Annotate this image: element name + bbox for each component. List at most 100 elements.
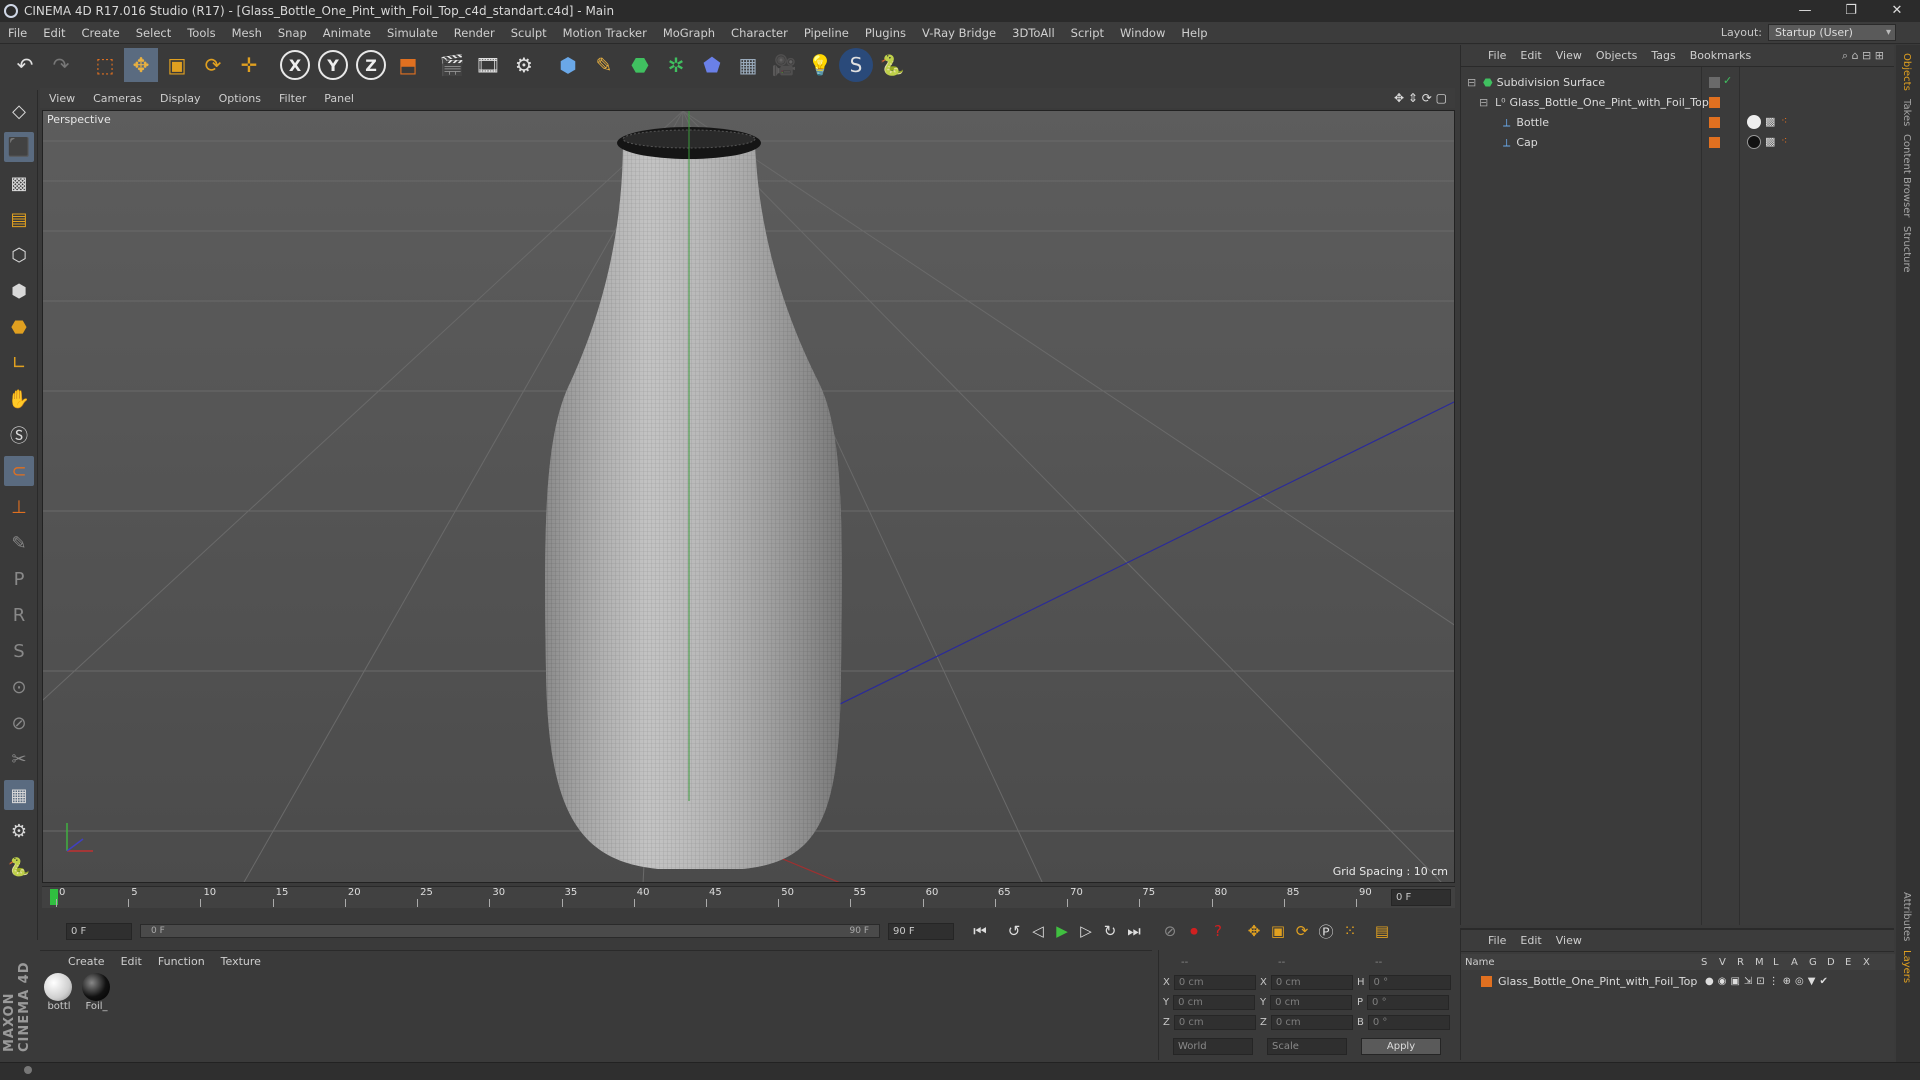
tab-content-browser[interactable]: Content Browser [1901,134,1912,217]
next-frame-icon[interactable]: ▷ [1074,919,1098,943]
layer-color-swatch[interactable] [1481,976,1492,987]
viewport-menu-filter[interactable]: Filter [270,92,315,105]
tab-layers[interactable]: Layers [1901,950,1912,983]
menu-simulate[interactable]: Simulate [379,22,446,44]
floor-icon[interactable]: ▦ [731,48,765,82]
play-icon[interactable]: ▶ [1050,919,1074,943]
viewport-menu-panel[interactable]: Panel [315,92,363,105]
menu-mesh[interactable]: Mesh [224,22,270,44]
menu-window[interactable]: Window [1112,22,1173,44]
menu-file[interactable]: File [0,22,35,44]
solo-mode-icon[interactable]: Ⓢ [4,420,34,450]
undo-icon[interactable]: ↶ [8,48,42,82]
tree-row-cap[interactable]: ⟂ Cap ▩ ⁖ [1461,133,1895,152]
snapping-icon[interactable]: ⊂ [4,456,34,486]
tweak-mode-icon[interactable]: ✋ [4,384,34,414]
x-axis-lock-button[interactable]: X [280,50,310,80]
object-menu-objects[interactable]: Objects [1589,49,1645,62]
viewport-menu-view[interactable]: View [40,92,84,105]
material-item[interactable]: Foil_ [81,973,112,1012]
material-item[interactable]: bottl [44,973,74,1012]
object-menu-bookmarks[interactable]: Bookmarks [1683,49,1758,62]
rotation-b-field[interactable]: 0 ° [1367,1015,1450,1030]
next-keyframe-icon[interactable]: ↻ [1098,919,1122,943]
layer-tag[interactable] [1709,137,1720,148]
layer-menu-view[interactable]: View [1549,934,1589,947]
brush-tool-icon[interactable]: ✎ [4,528,34,558]
timeline-ruler[interactable]: 0 5 10 15 20 25 30 35 40 45 50 55 60 65 70 75 80 85 90 0 F [42,886,1455,908]
go-to-end-icon[interactable]: ⏭ [1122,919,1146,943]
tree-row-bottle[interactable]: ⟂ Bottle ▩ ⁖ [1461,113,1895,132]
go-to-start-icon[interactable]: ⏮ [968,919,992,943]
tree-row-group[interactable]: ⊟ L⁰ Glass_Bottle_One_Pint_with_Foil_Top [1461,93,1895,112]
menu-3dtoall[interactable]: 3DToAll [1004,22,1063,44]
make-editable-icon[interactable]: ◇ [4,96,34,126]
timeline-window-icon[interactable]: ▤ [1370,919,1394,943]
object-menu-view[interactable]: View [1549,49,1589,62]
texture-projection-icon[interactable]: ⚙ [4,816,34,846]
rotation-p-field[interactable]: 0 ° [1367,995,1450,1010]
end-frame-field[interactable]: 90 F [888,922,954,940]
knife-tool-icon[interactable]: ⊘ [4,708,34,738]
material-menu-texture[interactable]: Texture [213,955,269,968]
selection-tag-icon[interactable]: ⁖ [1781,114,1787,127]
subdivision-surface-icon[interactable]: ⬣ [623,48,657,82]
tab-structure[interactable]: Structure [1901,226,1912,273]
cube-primitive-icon[interactable]: ⬢ [551,48,585,82]
viewport-menu-display[interactable]: Display [151,92,210,105]
vray-icon[interactable]: S [839,48,873,82]
object-menu-file[interactable]: File [1481,49,1513,62]
flatten-tool-icon[interactable]: S [4,636,34,666]
coordinate-type-dropdown[interactable]: Scale [1267,1038,1347,1055]
layer-toggle-icons[interactable]: ●◉▣⇲⊡⋮⊕◎▼✔ [1705,976,1832,987]
menu-snap[interactable]: Snap [270,22,315,44]
menu-render[interactable]: Render [446,22,503,44]
tab-objects[interactable]: Objects [1901,53,1912,91]
menu-create[interactable]: Create [74,22,128,44]
move-tool-icon[interactable]: ✥ [124,48,158,82]
menu-pipeline[interactable]: Pipeline [796,22,857,44]
key-position-icon[interactable]: ✥ [1242,919,1266,943]
object-menu-tags[interactable]: Tags [1644,49,1682,62]
tab-takes[interactable]: Takes [1901,99,1912,126]
viewport-menu-cameras[interactable]: Cameras [84,92,151,105]
rotate-tool-icon[interactable]: ⟳ [196,48,230,82]
scale-tool-icon[interactable]: ▣ [160,48,194,82]
material-tag-bottle[interactable] [1747,115,1761,129]
viewport-nav-icons[interactable]: ✥ ⇕ ⟳ ▢ [1394,91,1447,105]
object-search-icon[interactable]: ⌕ ⌂ ⊟ ⊞ [1842,49,1884,63]
keyframe-selection-icon[interactable]: ? [1206,919,1230,943]
workplane-axis-icon[interactable]: ⊥ [4,492,34,522]
size-y-field[interactable]: 0 cm [1270,995,1353,1010]
menu-edit[interactable]: Edit [35,22,73,44]
layer-menu-edit[interactable]: Edit [1513,934,1548,947]
camera-icon[interactable]: 🎥 [767,48,801,82]
coordinate-system-icon[interactable]: ⬒ [391,48,425,82]
menu-motion-tracker[interactable]: Motion Tracker [555,22,655,44]
menu-help[interactable]: Help [1173,22,1215,44]
python-icon[interactable]: 🐍 [875,48,909,82]
z-axis-lock-button[interactable]: Z [356,50,386,80]
locked-workplane-icon[interactable]: ▦ [4,780,34,810]
menu-script[interactable]: Script [1063,22,1112,44]
smooth-tool-icon[interactable]: R [4,600,34,630]
recent-tool-icon[interactable]: ✛ [232,48,266,82]
layer-tag[interactable] [1709,77,1720,88]
size-z-field[interactable]: 0 cm [1270,1015,1353,1030]
layout-dropdown[interactable]: Startup (User) [1768,24,1896,41]
texture-mode-icon[interactable]: ▩ [4,168,34,198]
light-icon[interactable]: 💡 [803,48,837,82]
tree-row-subdivision[interactable]: ⊟ ⬣ Subdivision Surface ✓ [1461,73,1895,92]
menu-animate[interactable]: Animate [315,22,379,44]
position-x-field[interactable]: 0 cm [1173,975,1256,990]
current-frame-field[interactable]: 0 F [1391,889,1451,906]
rotation-h-field[interactable]: 0 ° [1368,975,1451,990]
size-x-field[interactable]: 0 cm [1270,975,1353,990]
previous-keyframe-icon[interactable]: ↺ [1002,919,1026,943]
axis-mode-icon[interactable]: ∟ [4,348,34,378]
menu-sculpt[interactable]: Sculpt [503,22,555,44]
inflate-tool-icon[interactable]: ⊙ [4,672,34,702]
menu-select[interactable]: Select [128,22,179,44]
minimize-button[interactable]: — [1782,0,1828,22]
workplane-icon[interactable]: ▤ [4,204,34,234]
